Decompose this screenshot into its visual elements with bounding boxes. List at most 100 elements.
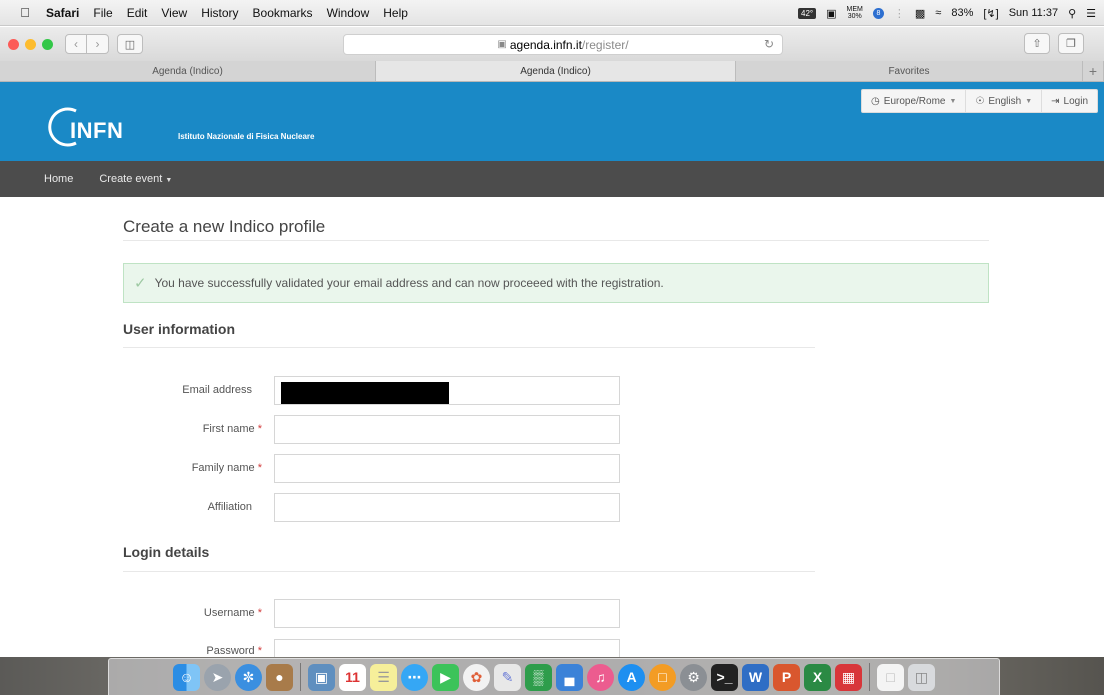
word-icon[interactable]: W <box>742 663 769 691</box>
divider <box>123 571 815 572</box>
divider <box>123 347 815 348</box>
textedit-icon[interactable]: ✎ <box>494 663 521 691</box>
separator-icon: ⋮ <box>893 7 905 20</box>
alert-message: You have successfully validated your ema… <box>154 276 664 290</box>
wifi-icon[interactable]: ≈ <box>935 7 941 19</box>
preview-icon[interactable]: ▣ <box>308 663 335 691</box>
excel-icon[interactable]: X <box>804 663 831 691</box>
screen:  Safari File Edit View History Bookmark… <box>0 0 1104 695</box>
menu-bookmarks[interactable]: Bookmarks <box>253 6 313 20</box>
notes-icon[interactable]: ☰ <box>370 663 397 691</box>
affiliation-label: Affiliation <box>207 501 252 513</box>
tab-agenda-1[interactable]: Agenda (Indico) <box>0 61 376 81</box>
calendar-icon[interactable]: 11 <box>339 663 366 691</box>
parallels-icon[interactable]: ▦ <box>835 663 862 691</box>
tab-bar: Agenda (Indico) Agenda (Indico) Favorite… <box>0 61 1104 82</box>
nav-create-event[interactable]: Create event ▼ <box>99 173 172 185</box>
temperature-indicator[interactable]: 42° <box>798 7 817 19</box>
minimize-window-button[interactable] <box>25 38 36 50</box>
password-field[interactable] <box>274 639 620 657</box>
forward-icon[interactable]: › <box>87 34 109 54</box>
sidebar-icon[interactable]: ◫ <box>117 34 143 54</box>
caret-down-icon: ▼ <box>1025 97 1033 105</box>
logo-text[interactable]: INFN <box>70 118 123 144</box>
display-icon[interactable]: ▣ <box>826 7 836 20</box>
keyboard-icon[interactable]: ▩ <box>915 7 925 20</box>
clock-icon: ◷ <box>871 95 880 107</box>
url-path: /register/ <box>581 37 629 52</box>
username-field[interactable] <box>274 599 620 628</box>
keynote-icon[interactable]: ▄ <box>556 663 583 691</box>
ibooks-icon[interactable]: □ <box>649 663 676 691</box>
page-title: Create a new Indico profile <box>123 217 326 236</box>
close-window-button[interactable] <box>8 38 19 50</box>
show-tabs-icon[interactable]: ❐ <box>1058 33 1084 54</box>
first-name-field[interactable] <box>274 415 620 444</box>
notification-center-icon[interactable]: ☰ <box>1086 7 1096 20</box>
menubar:  Safari File Edit View History Bookmark… <box>0 0 1104 26</box>
system-preferences-icon[interactable]: ⚙ <box>680 663 707 691</box>
apple-icon[interactable]:  <box>14 5 36 20</box>
tab-favorites[interactable]: Favorites <box>736 61 1083 81</box>
required-mark: * <box>257 462 262 474</box>
finder-icon[interactable]: ☺ <box>173 663 200 691</box>
dock: ☺ ➤ ✼ ● ▣ 11 ☰ ⋯ ▶ ✿ ✎ ▒ ▄ ♫ A □ ⚙ >_ W … <box>108 658 1000 695</box>
menu-view[interactable]: View <box>161 6 187 20</box>
share-icon[interactable]: ⇧ <box>1024 33 1050 54</box>
memory-indicator[interactable]: MEM 30% <box>847 6 863 20</box>
dock-separator <box>869 663 870 691</box>
header-links: ◷ Europe/Rome ▼ ☉ English ▼ ⇥ Login <box>861 89 1098 113</box>
menu-history[interactable]: History <box>201 6 238 20</box>
address-bar[interactable]: ▣ agenda.infn.it/register/ ↻ <box>343 34 783 55</box>
history-nav: ‹ › <box>65 34 109 54</box>
page-content: Create a new Indico profile ✓ You have s… <box>0 197 1104 657</box>
back-icon[interactable]: ‹ <box>65 34 87 54</box>
username-label: Username * <box>203 607 262 619</box>
login-link[interactable]: ⇥ Login <box>1042 90 1097 112</box>
dock-separator <box>300 663 301 691</box>
facetime-icon[interactable]: ▶ <box>432 663 459 691</box>
url-host: agenda.infn.it <box>509 37 582 52</box>
window-controls <box>8 38 53 50</box>
menu-edit[interactable]: Edit <box>127 6 148 20</box>
logo-subtitle: Istituto Nazionale di Fisica Nucleare <box>178 132 315 141</box>
login-icon: ⇥ <box>1051 95 1060 107</box>
battery-percent[interactable]: 83% <box>951 7 973 19</box>
clock[interactable]: Sun 11:37 <box>1009 7 1058 19</box>
powerpoint-icon[interactable]: P <box>773 663 800 691</box>
menu-file[interactable]: File <box>93 6 112 20</box>
email-field[interactable] <box>274 376 620 405</box>
timezone-selector[interactable]: ◷ Europe/Rome ▼ <box>862 90 967 112</box>
messages-icon[interactable]: ⋯ <box>401 663 428 691</box>
affiliation-field[interactable] <box>274 493 620 522</box>
documents-icon[interactable]: □ <box>877 663 904 691</box>
photos-icon[interactable]: ✿ <box>463 663 490 691</box>
site-header: INFN Istituto Nazionale di Fisica Nuclea… <box>0 82 1104 161</box>
menu-help[interactable]: Help <box>383 6 408 20</box>
safari-icon[interactable]: ✼ <box>235 663 262 691</box>
success-alert: ✓ You have successfully validated your e… <box>123 263 989 303</box>
badge-icon[interactable]: 8 <box>872 7 884 19</box>
menu-app-safari[interactable]: Safari <box>46 6 79 20</box>
section-login-details: Login details <box>123 544 210 560</box>
divider <box>123 240 989 241</box>
tab-agenda-2[interactable]: Agenda (Indico) <box>376 61 736 81</box>
contacts-icon[interactable]: ● <box>266 663 293 691</box>
family-name-field[interactable] <box>274 454 620 483</box>
nav-home[interactable]: Home <box>44 173 73 185</box>
numbers-icon[interactable]: ▒ <box>525 663 552 691</box>
app-store-icon[interactable]: A <box>618 663 645 691</box>
desktop-background: ☺ ➤ ✼ ● ▣ 11 ☰ ⋯ ▶ ✿ ✎ ▒ ▄ ♫ A □ ⚙ >_ W … <box>0 657 1104 695</box>
itunes-icon[interactable]: ♫ <box>587 663 614 691</box>
spotlight-icon[interactable]: ⚲ <box>1068 7 1076 20</box>
battery-icon[interactable]: [↯] <box>983 7 998 20</box>
reload-icon[interactable]: ↻ <box>764 37 774 51</box>
zoom-window-button[interactable] <box>42 38 53 50</box>
terminal-icon[interactable]: >_ <box>711 663 738 691</box>
trash-icon[interactable]: ◫ <box>908 663 935 691</box>
menu-window[interactable]: Window <box>327 6 370 20</box>
new-tab-icon[interactable]: + <box>1083 61 1104 81</box>
launchpad-icon[interactable]: ➤ <box>204 663 231 691</box>
language-selector[interactable]: ☉ English ▼ <box>966 90 1043 112</box>
caret-down-icon: ▼ <box>949 97 957 105</box>
